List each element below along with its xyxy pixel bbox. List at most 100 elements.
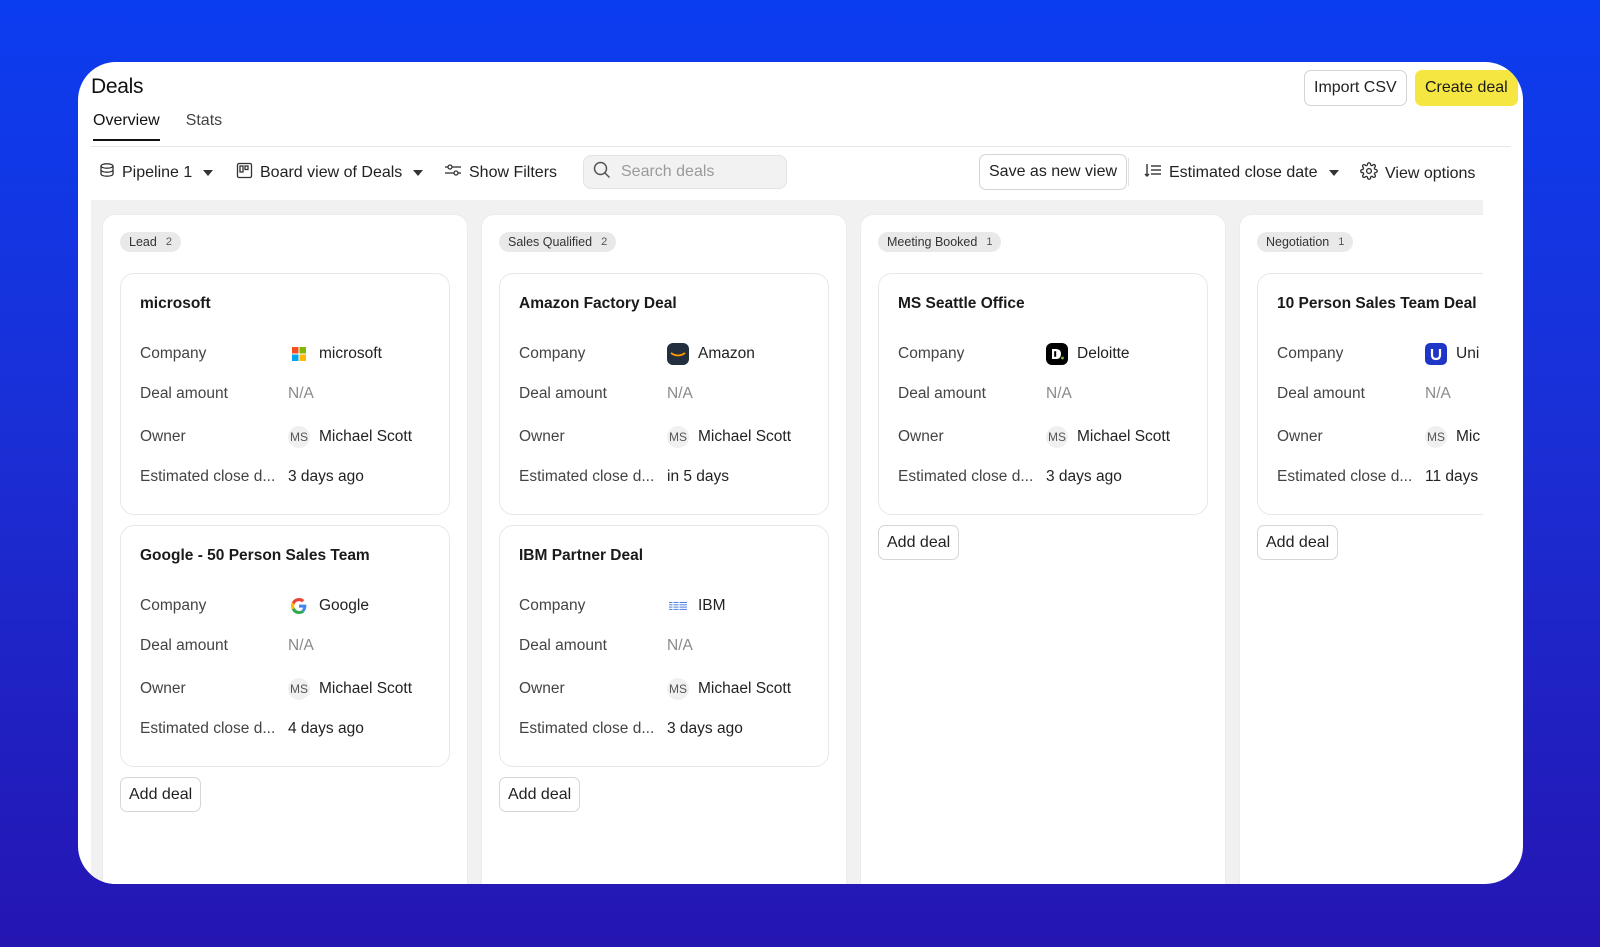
field-value: microsoft — [288, 343, 382, 365]
column-name: Sales Qualified — [508, 235, 593, 249]
board-icon — [236, 162, 253, 184]
chevron-down-icon — [1328, 169, 1339, 176]
company-row: Company Uni — [1277, 343, 1483, 365]
owner-row: Owner MS Mic — [1277, 426, 1483, 448]
field-label: Deal amount — [519, 385, 607, 402]
column-header: Negotiation 1 — [1257, 232, 1354, 252]
deal-card[interactable]: Amazon Factory Deal Company Amazon Deal … — [499, 273, 829, 515]
view-dropdown[interactable]: Board view of Deals — [236, 162, 424, 184]
close-date-row: Estimated close d... in 5 days — [519, 468, 849, 486]
unilever-logo-icon — [1425, 343, 1447, 365]
field-value: Amazon — [667, 343, 755, 365]
show-filters-button[interactable]: Show Filters — [444, 162, 557, 183]
column-lead: Lead 2 microsoft Company microsoft Deal … — [103, 215, 467, 884]
column-count: 1 — [986, 236, 993, 248]
deal-title: Amazon Factory Deal — [519, 295, 677, 312]
deal-card[interactable]: microsoft Company microsoft Deal amount … — [120, 273, 450, 515]
company-name: IBM — [698, 597, 726, 614]
tab-stats[interactable]: Stats — [186, 112, 222, 141]
deal-card[interactable]: 10 Person Sales Team Deal Company Uni De… — [1257, 273, 1483, 515]
avatar: MS — [1046, 426, 1068, 448]
close-date-row: Estimated close d... 3 days ago — [519, 720, 849, 738]
close-date: 3 days ago — [288, 468, 364, 485]
field-label: Deal amount — [898, 385, 986, 402]
avatar: MS — [667, 426, 689, 448]
field-label: Owner — [519, 680, 565, 697]
close-date: 4 days ago — [288, 720, 364, 737]
field-label: Estimated close d... — [1277, 468, 1413, 485]
column-meeting-booked: Meeting Booked 1 MS Seattle Office Compa… — [861, 215, 1225, 884]
field-label: Estimated close d... — [519, 720, 655, 737]
company-row: Company microsoft — [140, 343, 470, 365]
field-value: MS Michael Scott — [667, 426, 791, 448]
view-options-button[interactable]: View options — [1360, 162, 1475, 185]
search-box[interactable] — [583, 155, 787, 189]
add-deal-button[interactable]: Add deal — [120, 777, 202, 812]
add-deal-button[interactable]: Add deal — [1257, 525, 1339, 560]
import-csv-button[interactable]: Import CSV — [1304, 70, 1407, 106]
microsoft-logo-icon — [288, 343, 310, 365]
column-header: Meeting Booked 1 — [878, 232, 1002, 252]
owner-row: Owner MS Michael Scott — [140, 678, 470, 700]
amount-row: Deal amount N/A — [1277, 385, 1483, 403]
field-label: Owner — [898, 428, 944, 445]
search-input[interactable] — [619, 162, 783, 182]
field-label: Estimated close d... — [140, 468, 276, 485]
gear-icon — [1360, 162, 1378, 185]
tab-overview[interactable]: Overview — [93, 112, 160, 141]
close-date: 3 days ago — [1046, 468, 1122, 485]
deal-card[interactable]: MS Seattle Office Company Deloitte Deal … — [878, 273, 1208, 515]
field-value: MS Michael Scott — [288, 678, 412, 700]
column-name: Negotiation — [1266, 235, 1330, 249]
field-label: Company — [140, 597, 207, 614]
owner-row: Owner MS Michael Scott — [898, 426, 1228, 448]
field-label: Estimated close d... — [140, 720, 276, 737]
tab-bar: Overview Stats — [93, 112, 222, 141]
column-count: 2 — [601, 236, 608, 248]
deal-card[interactable]: IBM Partner Deal Company IBM Deal amount… — [499, 525, 829, 767]
search-icon — [593, 161, 611, 184]
sort-dropdown[interactable]: Estimated close date — [1144, 162, 1339, 183]
deal-card[interactable]: Google - 50 Person Sales Team Company Go… — [120, 525, 450, 767]
field-value: Uni — [1425, 343, 1479, 365]
add-deal-button[interactable]: Add deal — [878, 525, 960, 560]
field-label: Estimated close d... — [519, 468, 655, 485]
company-name: Deloitte — [1077, 345, 1130, 362]
owner-row: Owner MS Michael Scott — [140, 426, 470, 448]
deal-amount: N/A — [667, 637, 693, 654]
field-label: Deal amount — [519, 637, 607, 654]
field-value: MS Michael Scott — [1046, 426, 1170, 448]
field-label: Owner — [519, 428, 565, 445]
owner-name: Michael Scott — [319, 680, 413, 697]
save-view-button[interactable]: Save as new view — [979, 154, 1128, 190]
deal-title: microsoft — [140, 295, 211, 312]
page-title: Deals — [91, 75, 144, 98]
company-name: Uni — [1456, 345, 1480, 362]
field-label: Owner — [1277, 428, 1323, 445]
deal-amount: N/A — [288, 385, 314, 402]
company-row: Company Google — [140, 595, 470, 617]
sort-label: Estimated close date — [1169, 163, 1318, 181]
column-negotiation: Negotiation 1 10 Person Sales Team Deal … — [1240, 215, 1483, 884]
field-label: Deal amount — [140, 637, 228, 654]
column-name: Meeting Booked — [887, 235, 978, 249]
field-value: Google — [288, 595, 369, 617]
deal-amount: N/A — [667, 385, 693, 402]
amount-row: Deal amount N/A — [519, 385, 849, 403]
owner-name: Michael Scott — [698, 428, 792, 445]
field-value: IBM — [667, 595, 726, 617]
owner-name: Michael Scott — [1077, 428, 1171, 445]
column-count: 1 — [1338, 236, 1345, 248]
field-label: Company — [519, 345, 586, 362]
app-window: Deals Import CSV Create deal Overview St… — [78, 62, 1523, 884]
field-label: Company — [140, 345, 207, 362]
column-header: Lead 2 — [120, 232, 181, 252]
create-deal-button[interactable]: Create deal — [1415, 70, 1518, 106]
close-date: 11 days a — [1425, 468, 1483, 485]
pipeline-label: Pipeline 1 — [122, 163, 193, 181]
owner-row: Owner MS Michael Scott — [519, 426, 849, 448]
toolbar-separator — [1128, 158, 1129, 186]
add-deal-button[interactable]: Add deal — [499, 777, 581, 812]
view-label: Board view of Deals — [260, 164, 403, 181]
pipeline-dropdown[interactable]: Pipeline 1 — [99, 162, 214, 183]
